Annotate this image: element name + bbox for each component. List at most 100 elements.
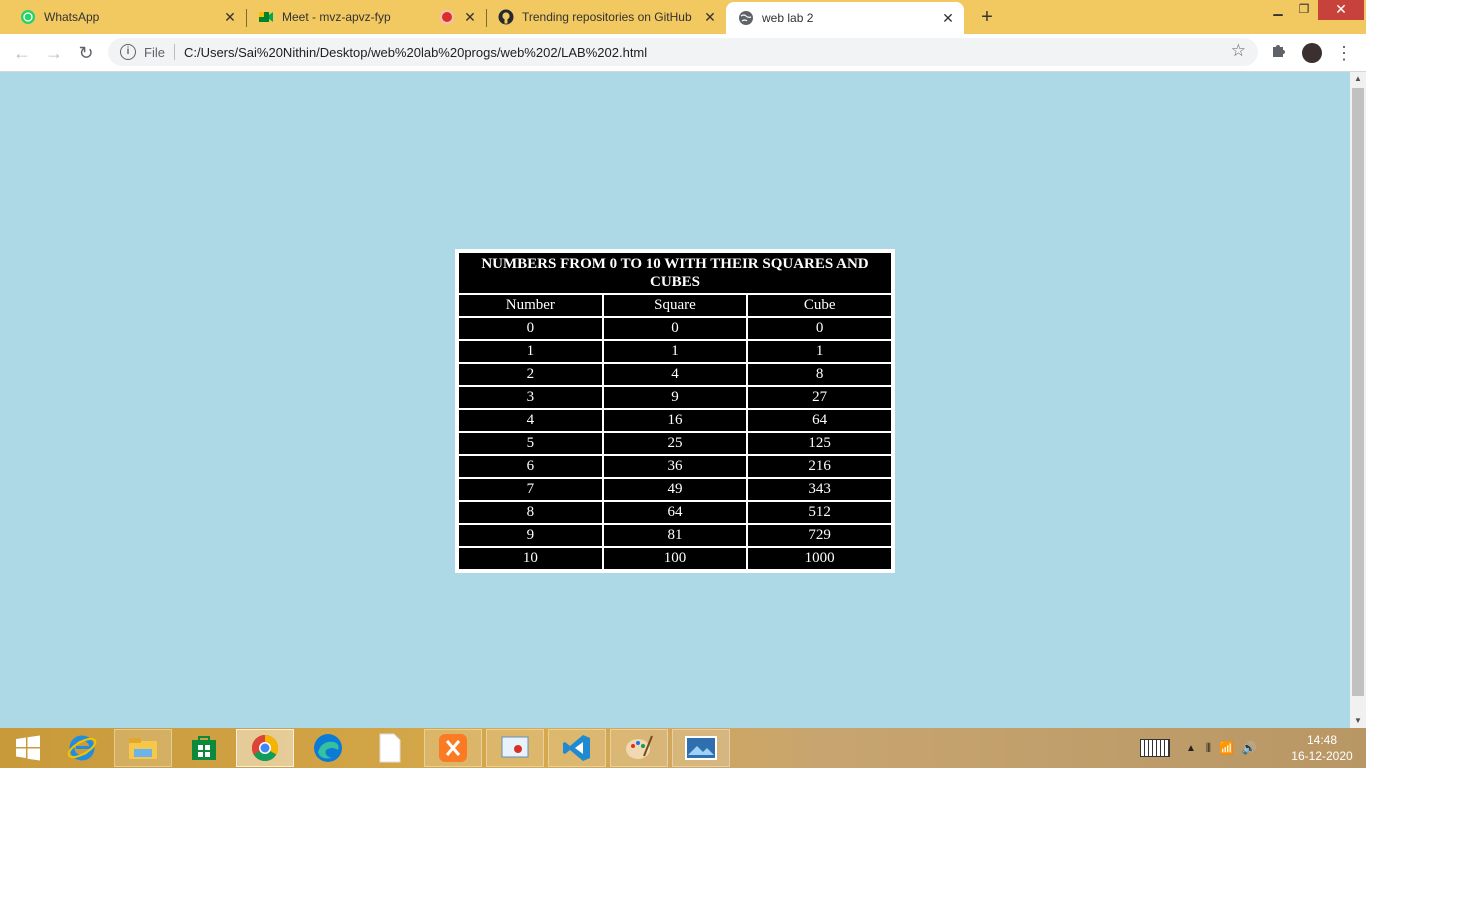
table-row: 7 49 343 — [459, 479, 891, 500]
restore-button[interactable]: ❐ — [1290, 0, 1318, 20]
table-row: 4 16 64 — [459, 410, 891, 431]
cell-cube: 1 — [748, 341, 891, 362]
info-icon[interactable]: i — [120, 44, 136, 60]
cell-cube: 8 — [748, 364, 891, 385]
tab-web-lab-2[interactable]: web lab 2 ✕ — [726, 2, 964, 34]
header-square: Square — [603, 295, 747, 316]
cell-number: 10 — [459, 548, 602, 569]
show-hidden-icons-icon[interactable]: ▲ — [1186, 743, 1196, 754]
menu-kebab-icon[interactable]: ⋮ — [1333, 42, 1355, 64]
cell-square: 1 — [603, 341, 747, 362]
cell-number: 1 — [459, 341, 602, 362]
cell-cube: 0 — [748, 318, 891, 339]
scroll-up-icon[interactable]: ▲ — [1350, 72, 1366, 86]
cell-number: 4 — [459, 410, 602, 431]
network-device-icon[interactable]: ⫴ — [1206, 741, 1211, 756]
keyboard-icon[interactable] — [1140, 739, 1170, 757]
table-row: 111 — [459, 341, 891, 362]
cell-number: 6 — [459, 456, 602, 477]
cell-square: 9 — [603, 387, 747, 408]
new-tab-button[interactable]: + — [976, 6, 998, 28]
store-icon[interactable] — [176, 729, 232, 767]
signal-icon[interactable]: 📶 — [1219, 741, 1234, 755]
profile-avatar-icon[interactable] — [1302, 43, 1322, 63]
url-text[interactable]: C:/Users/Sai%20Nithin/Desktop/web%20lab%… — [184, 45, 647, 60]
extensions-puzzle-icon[interactable] — [1268, 42, 1290, 64]
tab-title: WhatsApp — [44, 10, 100, 24]
table-wrapper: NUMBERS FROM 0 TO 10 WITH THEIR SQUARES … — [455, 249, 895, 573]
table-row: 5 25 125 — [459, 433, 891, 454]
cell-cube: 343 — [748, 479, 891, 500]
cell-cube: 64 — [748, 410, 891, 431]
meet-icon — [259, 12, 273, 22]
file-explorer-icon[interactable] — [114, 729, 172, 767]
tab-whatsapp[interactable]: WhatsApp ✕ — [0, 0, 246, 34]
system-tray: ▲ ⫴ 📶 🔊 — [1140, 728, 1257, 768]
tab-title: Trending repositories on GitHub — [522, 10, 692, 24]
vertical-scrollbar[interactable]: ▲ ▼ — [1350, 72, 1366, 728]
recording-icon — [440, 10, 454, 24]
cell-cube: 27 — [748, 387, 891, 408]
tab-github[interactable]: Trending repositories on GitHub ✕ — [478, 0, 726, 34]
cell-square: 4 — [603, 364, 747, 385]
bookmark-star-icon[interactable]: ☆ — [1231, 41, 1246, 61]
tab-title: web lab 2 — [762, 11, 814, 25]
cell-square: 36 — [603, 456, 747, 477]
cell-cube: 125 — [748, 433, 891, 454]
scroll-down-icon[interactable]: ▼ — [1350, 714, 1366, 728]
notepad-icon[interactable] — [362, 729, 418, 767]
scheme-label: File — [144, 44, 165, 60]
clock-time: 14:48 — [1306, 733, 1338, 747]
windows-start-icon[interactable] — [0, 729, 56, 767]
whatsapp-icon — [21, 10, 35, 24]
cell-number: 5 — [459, 433, 602, 454]
taskbar-clock[interactable]: 14:48 16-12-2020 — [1282, 732, 1362, 764]
browser-tab-strip: WhatsApp ✕ Meet - mvz-apvz-fyp ✕ Trendin… — [0, 0, 1366, 34]
paint-icon[interactable] — [610, 729, 668, 767]
header-number: Number — [459, 295, 602, 316]
back-arrow-icon[interactable]: ← — [10, 41, 34, 65]
tab-meet[interactable]: Meet - mvz-apvz-fyp ✕ — [238, 0, 486, 34]
cell-square: 81 — [603, 525, 747, 546]
cell-square: 16 — [603, 410, 747, 431]
squares-cubes-table: NUMBERS FROM 0 TO 10 WITH THEIR SQUARES … — [455, 249, 895, 573]
cell-square: 0 — [603, 318, 747, 339]
close-tab-icon[interactable]: ✕ — [222, 9, 238, 26]
cell-cube: 216 — [748, 456, 891, 477]
close-tab-icon[interactable]: ✕ — [940, 10, 956, 27]
close-tab-icon[interactable]: ✕ — [462, 9, 478, 26]
table-caption: NUMBERS FROM 0 TO 10 WITH THEIR SQUARES … — [459, 253, 891, 293]
table-row: 6 36 216 — [459, 456, 891, 477]
close-window-button[interactable]: ✕ — [1318, 0, 1364, 20]
scroll-thumb[interactable] — [1352, 88, 1364, 696]
desktop-screen: WhatsApp ✕ Meet - mvz-apvz-fyp ✕ Trendin… — [0, 0, 1366, 768]
windows-taskbar: ▲ ⫴ 📶 🔊 14:48 16-12-2020 — [0, 728, 1366, 768]
page-viewport: NUMBERS FROM 0 TO 10 WITH THEIR SQUARES … — [0, 72, 1350, 728]
vscode-icon[interactable] — [548, 729, 606, 767]
edge-icon[interactable] — [300, 729, 356, 767]
cell-number: 3 — [459, 387, 602, 408]
cell-square: 49 — [603, 479, 747, 500]
internet-explorer-icon[interactable] — [54, 729, 110, 767]
cell-number: 9 — [459, 525, 602, 546]
globe-icon — [739, 11, 753, 25]
snipping-icon[interactable] — [486, 729, 544, 767]
cell-number: 2 — [459, 364, 602, 385]
address-bar[interactable]: i File C:/Users/Sai%20Nithin/Desktop/web… — [108, 38, 1258, 66]
table-row: 10 100 1000 — [459, 548, 891, 569]
cell-square: 100 — [603, 548, 747, 569]
xampp-icon[interactable] — [424, 729, 482, 767]
close-tab-icon[interactable]: ✕ — [702, 9, 718, 26]
minimize-button[interactable]: ▁ — [1264, 0, 1292, 20]
cell-square: 64 — [603, 502, 747, 523]
volume-icon[interactable]: 🔊 — [1242, 741, 1257, 755]
reload-icon[interactable]: ↻ — [74, 41, 98, 65]
header-cube: Cube — [748, 295, 891, 316]
table-body: 0 0 0 1 1 1 2 4 8 3 9 27 4 16 64 5 25 125 6 36 216 7 49 343 8 64 5… — [459, 318, 891, 569]
cell-cube: 512 — [748, 502, 891, 523]
chrome-icon[interactable] — [236, 729, 294, 767]
table-row: 000 — [459, 318, 891, 339]
browser-toolbar: ← → ↻ i File C:/Users/Sai%20Nithin/Deskt… — [0, 34, 1366, 72]
photos-icon[interactable] — [672, 729, 730, 767]
forward-arrow-icon[interactable]: → — [42, 41, 66, 65]
